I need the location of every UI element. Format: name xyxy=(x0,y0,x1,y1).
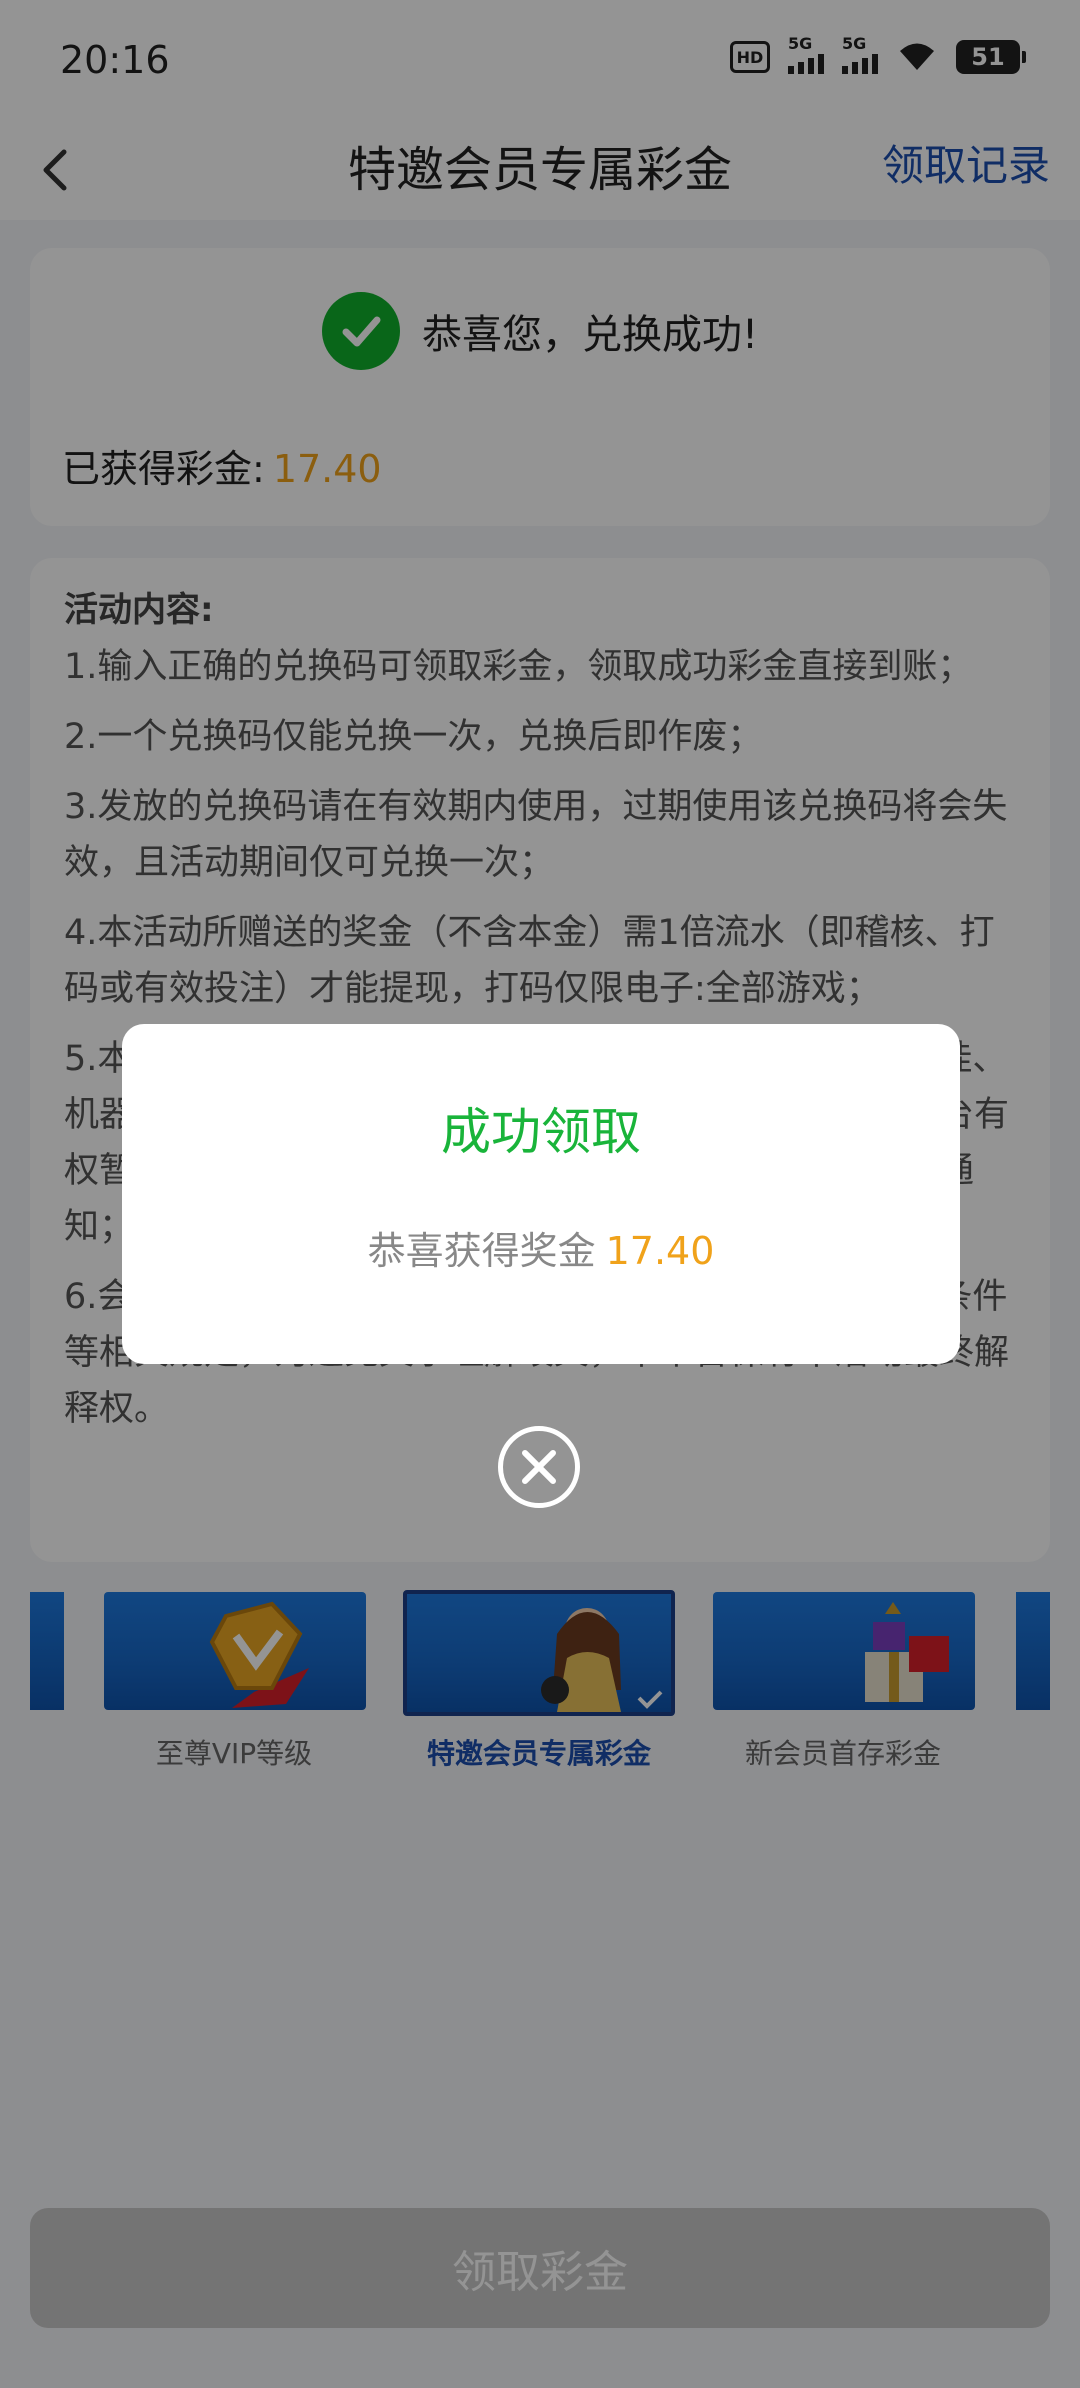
close-modal-icon[interactable] xyxy=(498,1426,580,1508)
modal-body-label: 恭喜获得奖金 xyxy=(367,1229,596,1273)
modal-amount: 17.40 xyxy=(605,1229,715,1273)
modal-title: 成功领取 xyxy=(441,1103,641,1161)
success-modal: 成功领取 恭喜获得奖金 17.40 xyxy=(122,1024,960,1364)
modal-body: 恭喜获得奖金 17.40 xyxy=(122,1220,960,1275)
